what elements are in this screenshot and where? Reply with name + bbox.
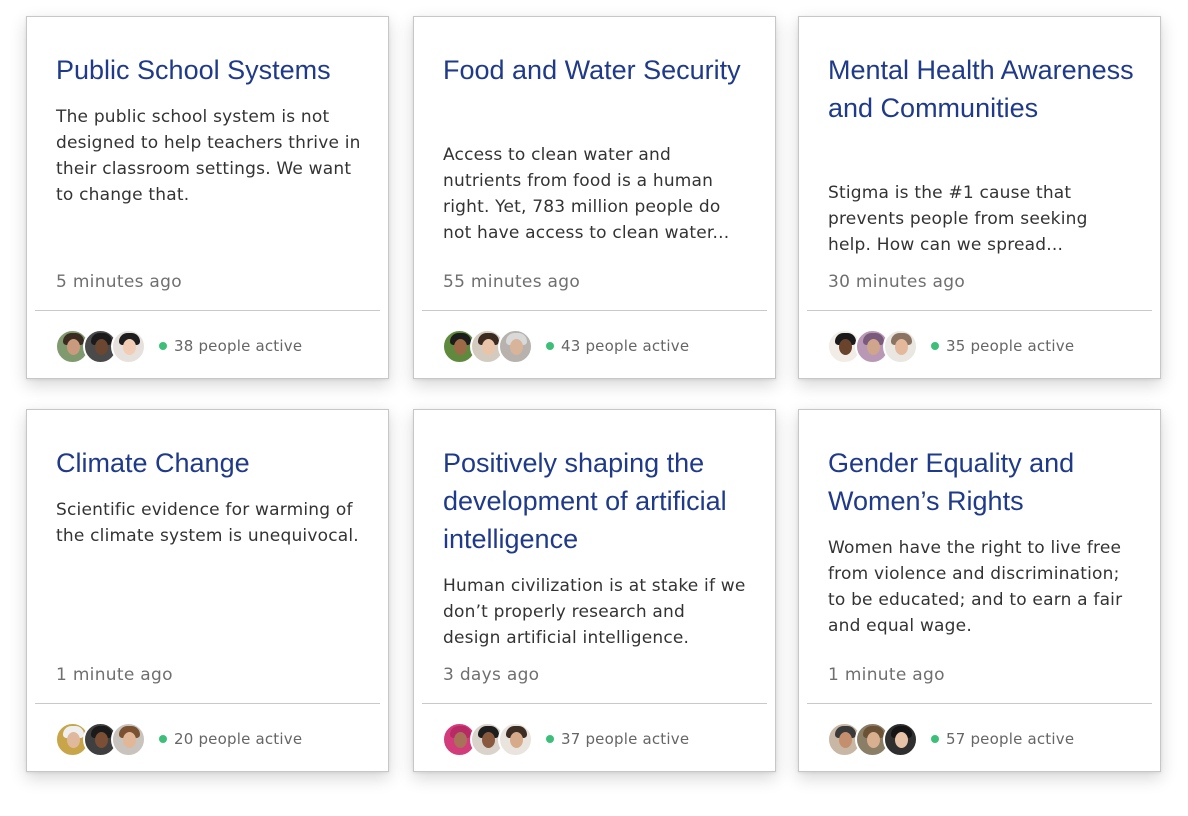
card-footer: 20 people active [55,722,375,758]
active-count-label: 35 people active [946,337,1075,355]
avatar[interactable] [883,722,918,757]
card-divider [35,310,380,311]
online-dot-icon [546,735,554,743]
card-footer: 43 people active [442,329,762,365]
card-timestamp: 3 days ago [443,665,540,685]
avatar-group [827,722,927,758]
active-count: 35 people active [931,337,1074,355]
avatar-group [827,329,927,365]
active-count: 38 people active [159,337,302,355]
avatar-group [55,329,155,365]
online-dot-icon [931,342,939,350]
topic-card[interactable]: Mental Health Awareness and Communities … [798,16,1161,379]
topic-card-grid: Public School Systems The public school … [0,0,1188,816]
card-title[interactable]: Positively shaping the development of ar… [443,444,753,558]
avatar[interactable] [498,329,533,364]
active-count-label: 37 people active [561,730,690,748]
topic-card[interactable]: Positively shaping the development of ar… [413,409,776,772]
card-timestamp: 1 minute ago [828,665,945,685]
card-description: Stigma is the #1 cause that prevents peo… [828,183,1088,255]
card-divider [422,703,767,704]
card-title[interactable]: Climate Change [56,444,366,482]
active-count: 43 people active [546,337,689,355]
card-description: The public school system is not designed… [56,107,361,205]
card-timestamp: 30 minutes ago [828,272,966,292]
card-divider [807,310,1152,311]
avatar[interactable] [111,329,146,364]
active-count: 37 people active [546,730,689,748]
card-divider [422,310,767,311]
online-dot-icon [931,735,939,743]
card-divider [35,703,380,704]
active-count-label: 43 people active [561,337,690,355]
online-dot-icon [159,735,167,743]
card-title[interactable]: Mental Health Awareness and Communities [828,51,1138,127]
online-dot-icon [546,342,554,350]
online-dot-icon [159,342,167,350]
avatar-group [442,329,542,365]
topic-card[interactable]: Public School Systems The public school … [26,16,389,379]
active-count: 57 people active [931,730,1074,748]
card-footer: 37 people active [442,722,762,758]
avatar-group [442,722,542,758]
card-timestamp: 1 minute ago [56,665,173,685]
topic-card[interactable]: Food and Water Security Access to clean … [413,16,776,379]
card-footer: 38 people active [55,329,375,365]
card-footer: 35 people active [827,329,1147,365]
active-count: 20 people active [159,730,302,748]
card-description: Human civilization is at stake if we don… [443,576,746,648]
card-divider [807,703,1152,704]
card-title[interactable]: Food and Water Security [443,51,753,89]
card-description: Access to clean water and nutrients from… [443,145,730,243]
active-count-label: 57 people active [946,730,1075,748]
avatar[interactable] [498,722,533,757]
card-description: Women have the right to live free from v… [828,538,1123,636]
card-timestamp: 55 minutes ago [443,272,581,292]
card-description: Scientific evidence for warming of the c… [56,500,359,546]
active-count-label: 20 people active [174,730,303,748]
avatar[interactable] [111,722,146,757]
card-title[interactable]: Gender Equality and Women’s Rights [828,444,1138,520]
active-count-label: 38 people active [174,337,303,355]
card-footer: 57 people active [827,722,1147,758]
card-timestamp: 5 minutes ago [56,272,182,292]
topic-card[interactable]: Climate Change Scientific evidence for w… [26,409,389,772]
avatar[interactable] [883,329,918,364]
topic-card[interactable]: Gender Equality and Women’s Rights Women… [798,409,1161,772]
avatar-group [55,722,155,758]
card-title[interactable]: Public School Systems [56,51,366,89]
